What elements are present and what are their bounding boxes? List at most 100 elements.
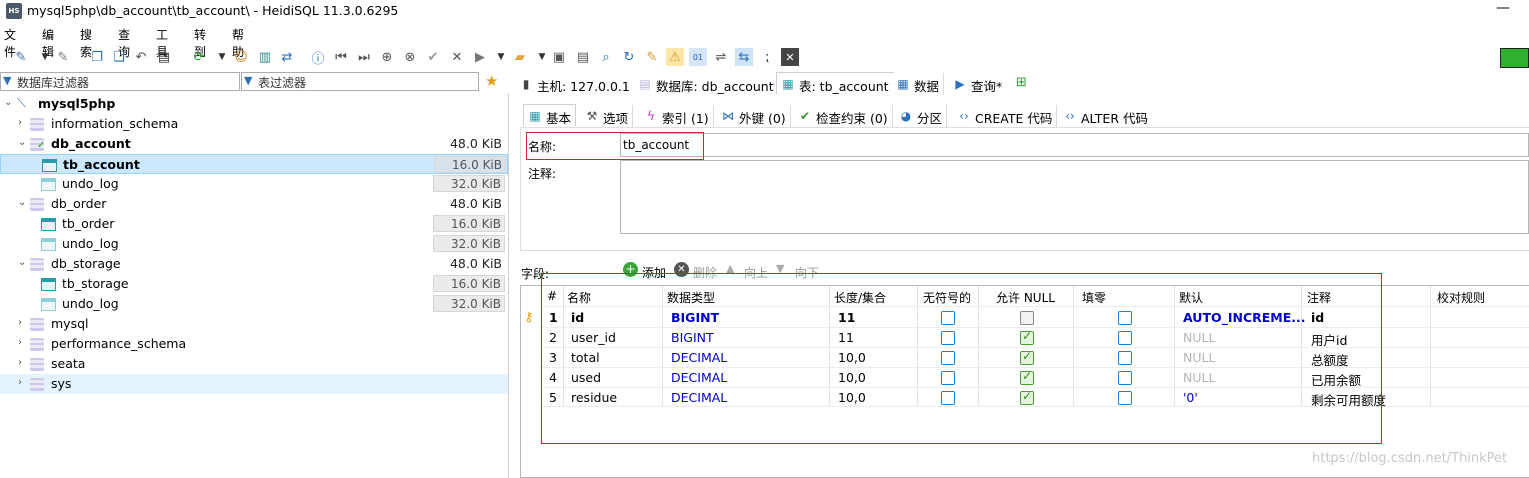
filter-icon: ▼ (244, 74, 253, 87)
chevron-down-icon[interactable]: ⌄ (18, 257, 28, 268)
name-highlight (526, 132, 704, 160)
grid-icon: ▦ (897, 77, 909, 91)
tab-data[interactable]: ▦ 数据 (892, 73, 945, 95)
tree-root[interactable]: ⌄ ⟍ mysql5php (0, 94, 508, 114)
tree-item-label: undo_log (62, 236, 119, 251)
undo-icon[interactable]: ↶ (132, 48, 150, 66)
server-icon: ⟍ (17, 95, 26, 110)
table-icon: ▦ (782, 77, 794, 91)
database-size: 48.0 KiB (449, 256, 502, 271)
tab-create-code[interactable]: ‹› CREATE 代码 (953, 105, 1058, 127)
database-filter-input[interactable]: ▼ 数据库过滤器 (0, 72, 240, 91)
tree-item-db-storage[interactable]: ⌄ db_storage 48.0 KiB (0, 254, 508, 274)
tree-item-tb-storage[interactable]: tb_storage 16.0 KiB (0, 274, 508, 294)
last-icon[interactable]: ⏭ (355, 48, 373, 66)
tree-item-performance-schema[interactable]: › performance_schema (0, 334, 508, 354)
window-title: mysql5php\db_account\tb_account\ - Heidi… (27, 3, 399, 18)
sync-icon[interactable]: ⇆ (735, 48, 753, 66)
table-filter-placeholder: 表过滤器 (258, 76, 307, 90)
tab-foreign-keys[interactable]: ⋈ 外键 (0) (717, 105, 791, 127)
replace-icon[interactable]: ↻ (620, 48, 638, 66)
table-size: 32.0 KiB (433, 175, 505, 192)
transfer-icon[interactable]: ⇄ (278, 48, 296, 66)
watermark: https://blog.csdn.net/ThinkPet (1312, 451, 1508, 466)
chevron-down-icon[interactable]: ⌄ (18, 197, 28, 208)
comment-field[interactable] (620, 160, 1529, 234)
disconnect-icon[interactable]: ✎ (54, 48, 72, 66)
tree-item-db-order[interactable]: ⌄ db_order 48.0 KiB (0, 194, 508, 214)
close-icon[interactable]: ✕ (781, 48, 799, 66)
tab-database[interactable]: ▤ 数据库: db_account (634, 73, 779, 95)
tree-item-label: tb_storage (62, 276, 129, 291)
main-toolbar: ✎ ▼ ✎ ❐ ❑ ↶ ▤ ⟳ ▼ ☺ ▥ ⇄ ⓘ ⏮ ⏭ ⊕ ⊗ ✔ ✕ ▶ … (0, 46, 1529, 70)
folder-icon[interactable]: ▰ (511, 48, 529, 66)
tab-alter-code[interactable]: ‹› ALTER 代码 (1059, 105, 1152, 127)
star-icon[interactable]: ★ (485, 72, 498, 90)
chevron-down-icon[interactable]: ▼ (217, 48, 227, 66)
tree-item-information-schema[interactable]: › information_schema (0, 114, 508, 134)
clear-icon[interactable]: ✎ (643, 48, 661, 66)
chevron-down-icon[interactable]: ⌄ (4, 97, 14, 108)
connect-icon[interactable]: ✎ (12, 48, 30, 66)
name-field[interactable]: tb_account (620, 133, 1529, 157)
tree-item-mysql[interactable]: › mysql (0, 314, 508, 334)
lightning-icon: ϟ (647, 109, 655, 123)
export-icon[interactable]: ▥ (256, 48, 274, 66)
tab-foreign-keys-label: 外键 (0) (739, 111, 786, 126)
tree-item-tb-account[interactable]: tb_account 16.0 KiB (0, 154, 508, 174)
chevron-down-icon[interactable]: ⌄ (18, 137, 28, 148)
tree-item-tb-order[interactable]: tb_order 16.0 KiB (0, 214, 508, 234)
tab-host[interactable]: ▮ 主机: 127.0.0.1 (515, 73, 635, 95)
post-icon[interactable]: ✔ (424, 48, 442, 66)
tree-item-undo-log[interactable]: undo_log 32.0 KiB (0, 294, 508, 314)
database-icon (30, 258, 44, 271)
paste-icon[interactable]: ❑ (110, 48, 128, 66)
tree-item-undo-log[interactable]: undo_log 32.0 KiB (0, 174, 508, 194)
run-icon[interactable]: ▶ (471, 48, 489, 66)
insert-icon[interactable]: ⊕ (378, 48, 396, 66)
table-icon (41, 178, 56, 191)
tab-indexes[interactable]: ϟ 索引 (1) (640, 105, 714, 127)
search-icon[interactable]: ⌕ (597, 48, 615, 66)
tree-item-seata[interactable]: › seata (0, 354, 508, 374)
chevron-right-icon[interactable]: › (18, 377, 28, 388)
warning-icon[interactable]: ⚠ (666, 48, 684, 66)
save-icon[interactable]: ▣ (550, 48, 568, 66)
chevron-down-icon[interactable]: ▼ (40, 48, 50, 66)
tab-basic[interactable]: ▦ 基本 (523, 104, 577, 126)
table-size: 16.0 KiB (433, 275, 505, 292)
minimize-button[interactable]: — (1496, 0, 1510, 16)
new-tab-icon[interactable]: ⊞ (1016, 75, 1027, 90)
print-icon[interactable]: ▤ (155, 48, 173, 66)
tree-item-undo-log[interactable]: undo_log 32.0 KiB (0, 234, 508, 254)
table-filter-input[interactable]: ▼ 表过滤器 (241, 72, 479, 91)
chevron-right-icon[interactable]: › (18, 117, 28, 128)
chevron-right-icon[interactable]: › (18, 317, 28, 328)
first-icon[interactable]: ⏮ (332, 48, 350, 66)
tab-partitions[interactable]: ◕ 分区 (895, 105, 948, 127)
tab-check-constraints[interactable]: ✔ 检查约束 (0) (794, 105, 893, 127)
tab-host-label: 主机: 127.0.0.1 (537, 79, 630, 94)
database-tree: ⌄ ⟍ mysql5php › information_schema ⌄ ✓ d… (0, 93, 509, 478)
refresh-icon[interactable]: ⟳ (190, 48, 208, 66)
save-as-icon[interactable]: ▤ (574, 48, 592, 66)
tab-options[interactable]: ⚒ 选项 (581, 105, 634, 127)
chevron-down-icon[interactable]: ▼ (496, 48, 506, 66)
copy-icon[interactable]: ❐ (88, 48, 106, 66)
tree-item-db-account[interactable]: ⌄ ✓ db_account 48.0 KiB (0, 134, 508, 154)
tree-item-sys[interactable]: › sys (0, 374, 508, 394)
user-manager-icon[interactable]: ☺ (232, 48, 250, 66)
chevron-right-icon[interactable]: › (18, 357, 28, 368)
tab-table[interactable]: ▦ 表: tb_account (776, 72, 894, 94)
tree-item-label: db_storage (51, 256, 121, 271)
cancel-icon[interactable]: ✕ (448, 48, 466, 66)
help-icon[interactable]: ⓘ (309, 48, 327, 67)
chevron-down-icon[interactable]: ▼ (537, 48, 547, 66)
col-collation[interactable]: 校对规则 (1437, 289, 1485, 306)
wrap-icon[interactable]: ⇌ (712, 48, 730, 66)
binary-icon[interactable]: 01 (689, 48, 707, 66)
table-icon (41, 278, 56, 291)
chevron-right-icon[interactable]: › (18, 337, 28, 348)
tab-query[interactable]: ▶ 查询* (949, 73, 1007, 95)
delete-row-icon[interactable]: ⊗ (401, 48, 419, 66)
